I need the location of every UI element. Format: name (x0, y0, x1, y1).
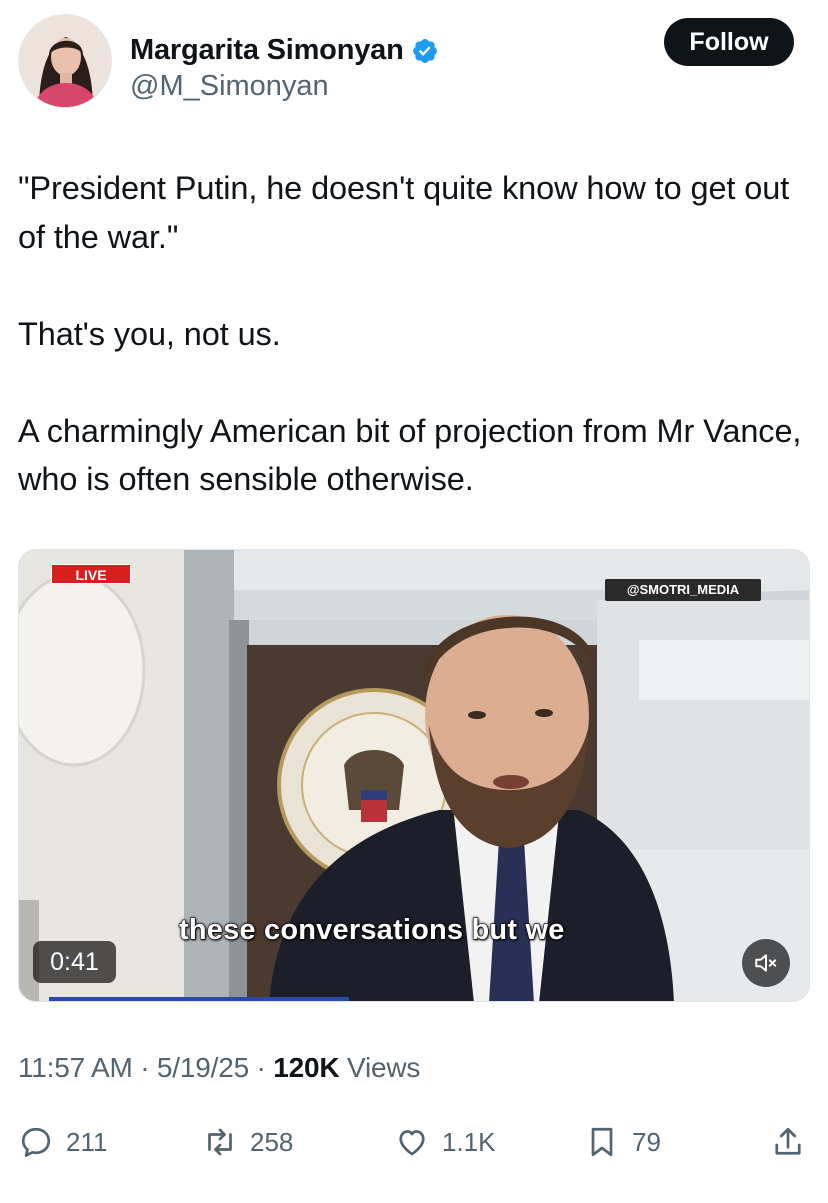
video-duration: 0:41 (33, 941, 116, 983)
bookmark-icon (591, 1127, 613, 1157)
avatar[interactable] (18, 14, 112, 108)
meta-separator: · (248, 1052, 274, 1083)
repost-button[interactable]: 258 (202, 1118, 293, 1166)
tweet-date[interactable]: 5/19/25 (157, 1052, 249, 1083)
live-badge: LIVE (51, 564, 131, 584)
heart-icon (399, 1130, 425, 1156)
video-caption: these conversations but we (178, 913, 565, 946)
speaker-muted-icon (755, 954, 777, 972)
reply-count: 211 (66, 1126, 108, 1157)
share-button[interactable] (770, 1118, 806, 1166)
views-label: Views (339, 1052, 421, 1083)
tweet-time[interactable]: 11:57 AM (18, 1052, 133, 1083)
action-bar: 211 258 1.1K 79 (18, 1118, 810, 1166)
watermark: @SMOTRI_MEDIA (605, 579, 761, 601)
author-handle[interactable]: @M_Simonyan (130, 70, 329, 103)
share-icon (775, 1127, 801, 1155)
verified-badge-icon (412, 38, 437, 63)
repost-icon (208, 1128, 232, 1156)
tweet-paragraph: A charmingly American bit of projection … (18, 412, 802, 498)
tweet-text: "President Putin, he doesn't quite know … (18, 164, 810, 504)
tweet-paragraph: That's you, not us. (18, 315, 281, 352)
bookmark-count: 79 (632, 1126, 661, 1157)
repost-count: 258 (250, 1126, 294, 1157)
reply-button[interactable]: 211 (18, 1118, 107, 1166)
bookmark-button[interactable]: 79 (584, 1118, 661, 1166)
tweet-paragraph: "President Putin, he doesn't quite know … (18, 170, 790, 255)
like-count: 1.1K (442, 1126, 496, 1157)
views-count: 120K (273, 1052, 340, 1083)
mute-button[interactable] (742, 939, 790, 987)
author-name[interactable]: Margarita Simonyan (130, 34, 404, 67)
reply-icon (21, 1127, 51, 1157)
avatar-image (19, 15, 111, 107)
meta-separator: · (132, 1052, 157, 1083)
tweet-header: Margarita Simonyan @M_Simonyan Follow (18, 14, 810, 110)
video-player[interactable]: LIVE @SMOTRI_MEDIA these conversations b… (18, 549, 810, 1002)
follow-button[interactable]: Follow (664, 18, 794, 66)
author-name-row: Margarita Simonyan (130, 34, 439, 67)
tweet-meta: 11:57 AM · 5/19/25 · 120K Views (18, 1052, 420, 1084)
like-button[interactable]: 1.1K (394, 1118, 496, 1166)
